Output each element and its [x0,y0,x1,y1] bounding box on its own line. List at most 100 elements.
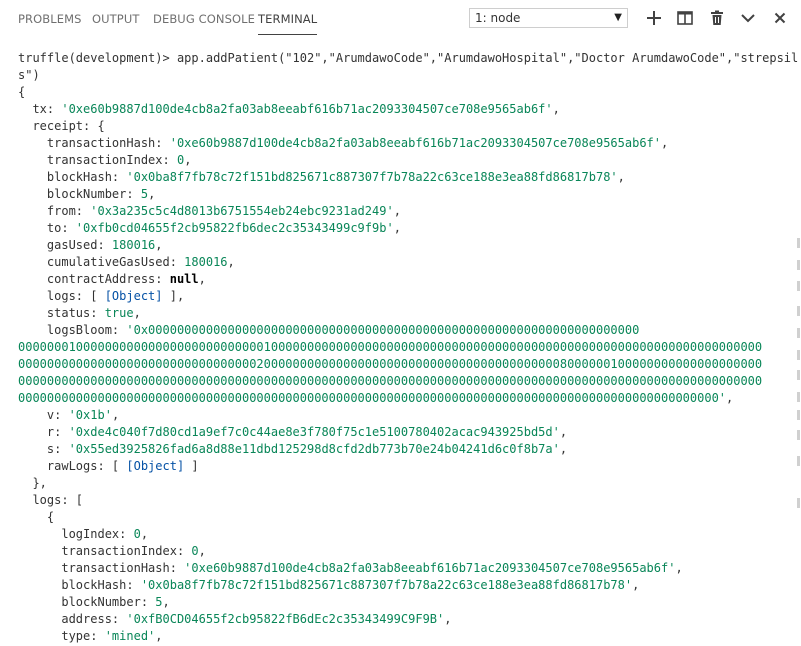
terminal-token: [Object] [126,459,185,473]
terminal-line: blockNumber: 5, [18,594,798,611]
terminal-token: blockHash: [18,170,127,184]
terminal-token: }, [18,476,47,490]
terminal-token: '0x0000000000000000000000000000000000000… [126,323,640,337]
terminal-line: from: '0x3a235c5c4d8013b6751554eb24ebc92… [18,203,798,220]
terminal-line: rawLogs: [ [Object] ] [18,458,798,475]
scroll-marker [797,392,800,402]
tab-debug-console[interactable]: DEBUG CONSOLE [153,12,255,26]
terminal-token: 5 [155,595,163,609]
terminal-token: s") [18,68,40,82]
terminal-token: , [155,238,163,252]
terminal-token: '0x1b' [68,408,112,422]
split-pane-icon[interactable] [676,9,694,27]
terminal-line: 0000000000000000000000000000000002000000… [18,356,798,373]
terminal-token: { [18,85,26,99]
terminal-token: address: [18,612,127,626]
tab-terminal[interactable]: TERMINAL [258,12,318,35]
terminal-line: status: true, [18,305,798,322]
terminal-line: blockHash: '0x0ba8f7fb78c72f151bd825671c… [18,169,798,186]
terminal-token: from: [18,204,91,218]
terminal-token: , [162,595,170,609]
terminal-token: 180016 [184,255,228,269]
scroll-marker [797,328,800,338]
terminal-line: contractAddress: null, [18,271,798,288]
terminal-token: blockNumber: [18,595,156,609]
terminal-line: gasUsed: 180016, [18,237,798,254]
scroll-marker [797,410,800,420]
terminal-token: transactionIndex: [18,153,177,167]
terminal-token: , [155,629,163,643]
terminal-token: null [169,272,199,286]
terminal-token: '0x55ed3925826fad6a8d88e11dbd125298d8cfd… [68,442,560,456]
terminal-token: '0xe60b9887d100de4cb8a2fa03ab8eeabf616b7… [169,136,661,150]
terminal-token: '0xe60b9887d100de4cb8a2fa03ab8eeabf616b7… [61,102,553,116]
terminal-token: 5 [140,187,149,201]
terminal-token: rawLogs: [ [18,459,127,473]
terminal-line: v: '0x1b', [18,407,798,424]
terminal-line: 0000000000000000000000000000000000000000… [18,373,798,390]
scroll-marker [797,430,800,440]
close-icon[interactable] [771,9,789,27]
terminal-token: , [198,272,206,286]
terminal-line: 0000000100000000000000000000000000100000… [18,339,798,356]
scroll-marker [797,498,800,508]
terminal-token: blockNumber: [18,187,141,201]
terminal-token: , [726,391,734,405]
terminal-line: receipt: { [18,118,798,135]
terminal-select[interactable]: 1: node ▼ [469,8,628,28]
terminal-token: 0 [191,544,199,558]
terminal-token: , [444,612,452,626]
scroll-marker [797,370,800,380]
terminal-token: , [133,306,141,320]
terminal-line: transactionIndex: 0, [18,543,798,560]
scroll-marker [797,238,800,248]
trash-icon[interactable] [708,9,726,27]
terminal-line: { [18,509,798,526]
plus-icon[interactable] [645,9,663,27]
terminal-token: 180016 [111,238,156,252]
terminal-token: transactionIndex: [18,544,192,558]
terminal-output[interactable]: truffle(development)> app.addPatient("10… [0,38,801,646]
terminal-token: s: [18,442,69,456]
terminal-line: logs: [ [18,492,798,509]
tab-problems[interactable]: PROBLEMS [18,12,82,26]
terminal-token: status: [18,306,105,320]
terminal-token: logIndex: [18,527,134,541]
terminal-token: , [148,187,156,201]
scroll-marker [797,281,800,291]
terminal-line: transactionIndex: 0, [18,152,798,169]
terminal-token: contractAddress: [18,272,170,286]
terminal-token: , [393,204,401,218]
scroll-marker [797,456,800,466]
terminal-line: }, [18,475,798,492]
terminal-token: , [198,544,206,558]
terminal-line: blockHash: '0x0ba8f7fb78c72f151bd825671c… [18,577,798,594]
terminal-line: 0000000000000000000000000000000000000000… [18,390,798,407]
terminal-token: transactionHash: [18,561,185,575]
terminal-token: receipt: { [18,119,105,133]
terminal-token: type: [18,629,105,643]
terminal-line: transactionHash: '0xe60b9887d100de4cb8a2… [18,135,798,152]
terminal-token: r: [18,425,69,439]
terminal-token: , [184,153,192,167]
terminal-token: transactionHash: [18,136,170,150]
terminal-line: cumulativeGasUsed: 180016, [18,254,798,271]
terminal-token: cumulativeGasUsed: [18,255,185,269]
panel-header: PROBLEMS OUTPUT DEBUG CONSOLE TERMINAL 1… [0,0,801,38]
terminal-token: , [552,102,560,116]
chevron-down-icon[interactable] [739,9,757,27]
terminal-token: 'mined' [104,629,156,643]
terminal-line: logIndex: 0, [18,526,798,543]
terminal-token: 0000000100000000000000000000000000100000… [18,340,763,354]
terminal-line: truffle(development)> app.addPatient("10… [18,50,798,67]
scrollbar[interactable] [795,38,801,646]
terminal-token: logsBloom: [18,323,127,337]
terminal-token: gasUsed: [18,238,112,252]
terminal-token: '0x0ba8f7fb78c72f151bd825671c887307f7b78… [126,170,618,184]
terminal-token: , [617,170,625,184]
terminal-token: , [632,578,640,592]
terminal-token: '0xfB0CD04655f2cb95822fB6dEc2c35343499C9… [126,612,445,626]
terminal-token: , [559,442,568,456]
terminal-token: to: [18,221,76,235]
tab-output[interactable]: OUTPUT [92,12,139,26]
